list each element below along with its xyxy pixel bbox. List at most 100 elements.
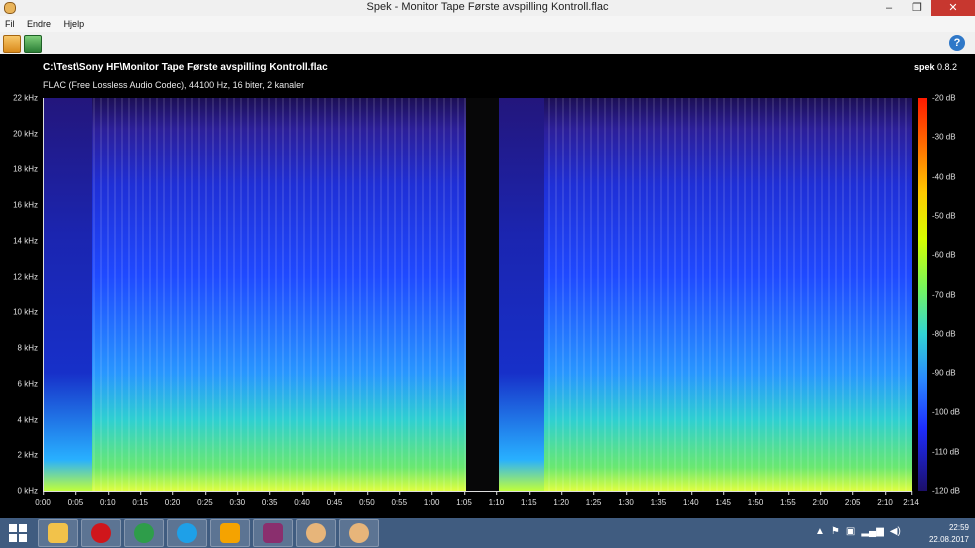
toolbar: ?: [0, 32, 975, 55]
save-image-icon[interactable]: [24, 35, 42, 53]
db-tick-label: -70 dB: [932, 290, 956, 299]
tray-icon[interactable]: ▲: [815, 526, 825, 537]
minimize-button[interactable]: ‒: [875, 0, 903, 16]
time-tick-label: 1:05: [456, 491, 472, 507]
menu-bar: Fil Endre Hjelp: [0, 16, 975, 32]
spek-brand: spek 0.8.2: [914, 62, 957, 72]
freq-tick-label: 10 kHz: [13, 307, 38, 317]
clock-date: 22.08.2017: [928, 535, 969, 544]
time-tick-label: 1:40: [682, 491, 699, 507]
db-colorbar: [918, 98, 927, 491]
db-tick-label: -40 dB: [932, 172, 956, 182]
time-tick-label: 1:10: [488, 491, 505, 507]
freq-tick-label: 2 kHz: [17, 450, 38, 460]
freq-tick-label: 0 kHz: [17, 486, 38, 496]
file-path: C:\Test\Sony HF\Monitor Tape Første avsp…: [43, 62, 328, 73]
taskbar-apps: [38, 519, 379, 547]
time-tick-label: 0:10: [99, 491, 116, 507]
time-axis: 0:00 0:05 0:10 0:15 0:20 0:25 0:30 0:35 0:40 0:45…: [35, 491, 919, 511]
file-explorer-icon: [48, 523, 68, 543]
window-title: Spek - Monitor Tape Første avspilling Ko…: [366, 1, 609, 13]
taskbar-button[interactable]: [38, 519, 78, 547]
spek-icon: [306, 523, 326, 543]
taskbar-button[interactable]: [124, 519, 164, 547]
time-tick-label: 1:55: [780, 491, 796, 507]
db-tick-label: -60 dB: [932, 250, 956, 260]
menu-endre[interactable]: Endre: [22, 16, 56, 29]
freq-tick-label: 4 kHz: [17, 415, 38, 425]
menu-hjelp[interactable]: Hjelp: [59, 16, 90, 29]
db-tick-label: -110 dB: [932, 447, 960, 457]
freq-tick-label: 14 kHz: [13, 236, 38, 246]
freq-tick-label: 20 kHz: [13, 129, 38, 139]
chrome-icon: [134, 523, 154, 543]
taskbar-button[interactable]: [296, 519, 336, 547]
time-tick-label: 1:20: [553, 491, 569, 507]
tray-icon[interactable]: ▣: [846, 526, 855, 537]
db-tick-label: -50 dB: [932, 211, 956, 221]
time-tick-label: 0:20: [164, 491, 181, 507]
spectrogram-segment-right: [499, 98, 912, 491]
maximize-button[interactable]: ❐: [903, 0, 931, 16]
time-tick-label: 0:05: [67, 491, 84, 507]
close-button[interactable]: ✕: [931, 0, 975, 16]
db-tick-label: -120 dB: [932, 486, 961, 496]
spectrogram-view: C:\Test\Sony HF\Monitor Tape Første avsp…: [0, 54, 975, 518]
db-tick-label: -20 dB: [932, 93, 956, 103]
folder-open-icon[interactable]: [3, 35, 21, 53]
time-tick-label: 0:55: [391, 491, 408, 507]
time-tick-label: 2:10: [877, 491, 893, 507]
time-tick-label: 1:45: [715, 491, 731, 507]
freq-tick-label: 6 kHz: [17, 379, 38, 389]
spectrogram-image: [43, 98, 912, 492]
file-info: FLAC (Free Lossless Audio Codec), 44100 …: [43, 80, 305, 90]
taskbar-button[interactable]: [81, 519, 121, 547]
skype-icon: [177, 523, 197, 543]
spectrogram-segment-left: [44, 98, 466, 491]
time-tick-label: 1:15: [521, 491, 537, 507]
time-tick-label: 1:35: [650, 491, 667, 507]
freq-tick-label: 22 kHz: [13, 93, 38, 103]
time-tick-label: 1:00: [423, 491, 440, 507]
time-tick-label: 0:25: [197, 491, 213, 507]
clock-time: 22:59: [948, 523, 969, 532]
tray-icons: ▲ ⚑ ▣ ▂▄▆ ◀): [815, 526, 901, 537]
db-tick-label: -80 dB: [932, 329, 956, 339]
time-tick-label: 1:30: [618, 491, 634, 507]
time-tick-label: 2:00: [812, 491, 829, 507]
taskbar-button[interactable]: [210, 519, 250, 547]
time-tick-label: 0:30: [229, 491, 246, 507]
taskbar-button[interactable]: [167, 519, 207, 547]
db-tick-label: -100 dB: [932, 407, 961, 417]
title-bar: Spek - Monitor Tape Første avspilling Ko…: [0, 0, 975, 17]
clock[interactable]: 22:59 22.08.2017: [929, 522, 969, 546]
tray-icon[interactable]: ▂▄▆: [861, 526, 883, 537]
frequency-axis: 22 kHz 20 kHz 18 kHz 16 kHz 14 kHz 12 kHz 10 k…: [0, 94, 41, 496]
time-tick-label: 0:00: [35, 491, 51, 507]
audio-player-icon: [220, 523, 240, 543]
db-scale: -20 dB -30 dB -40 dB -50 dB -60 dB -70 dB -80 …: [932, 94, 975, 496]
time-tick-label: 1:50: [747, 491, 764, 507]
tray-icon[interactable]: ◀): [890, 526, 901, 537]
time-tick-label: 0:40: [294, 491, 310, 507]
db-tick-label: -90 dB: [932, 368, 956, 378]
windows-start-icon[interactable]: [9, 524, 27, 542]
taskbar-button[interactable]: [339, 519, 379, 547]
window-controls: ‒ ❐ ✕: [875, 0, 975, 16]
time-tick-label: 0:15: [132, 491, 148, 507]
opera-icon: [91, 523, 111, 543]
brand-version: 0.8.2: [936, 62, 957, 72]
freq-tick-label: 18 kHz: [13, 164, 38, 174]
menu-fil[interactable]: Fil: [0, 16, 20, 29]
spek-icon: [349, 523, 369, 543]
freq-tick-label: 8 kHz: [17, 343, 38, 353]
db-tick-label: -30 dB: [932, 132, 956, 142]
spectrogram-left-lead-in: [44, 98, 92, 491]
tray-icon[interactable]: ⚑: [831, 526, 840, 537]
system-tray: ▲ ⚑ ▣ ▂▄▆ ◀) 22:59 22.08.2017: [815, 518, 975, 548]
time-tick-label: 2:05: [844, 491, 861, 507]
time-tick-label: 0:35: [261, 491, 278, 507]
taskbar-button[interactable]: [253, 519, 293, 547]
help-icon[interactable]: ?: [949, 35, 965, 51]
freq-tick-label: 16 kHz: [13, 200, 38, 210]
